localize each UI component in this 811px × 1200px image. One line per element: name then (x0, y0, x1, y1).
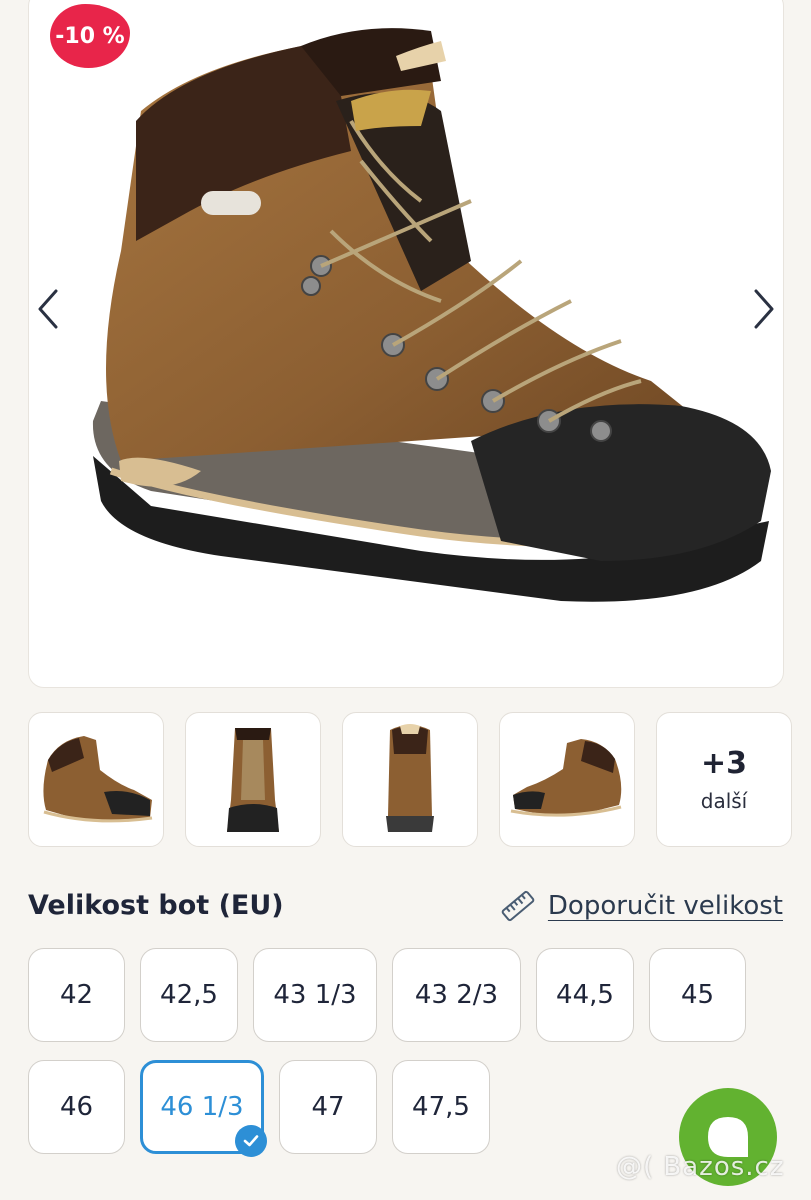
more-images-button[interactable]: +3 další (656, 712, 792, 847)
size-option-label: 46 (59, 1092, 94, 1122)
prev-image-button[interactable] (28, 286, 68, 332)
size-option-47-5[interactable]: 47,5 (392, 1060, 490, 1154)
size-option-label: 43 1/3 (273, 980, 357, 1010)
more-images-label: další (700, 788, 748, 813)
size-option-43-1-3[interactable]: 43 1/3 (253, 948, 377, 1042)
size-option-43-2-3[interactable]: 43 2/3 (392, 948, 521, 1042)
checkmark-icon (235, 1125, 267, 1157)
thumbnail-strip: +3 další (28, 712, 792, 847)
size-option-label: 47 (311, 1092, 345, 1122)
size-option-label: 44,5 (556, 980, 614, 1010)
boot-inner-side-thumb (510, 738, 622, 817)
size-option-label: 42,5 (160, 980, 218, 1010)
ruler-icon (501, 890, 535, 922)
size-option-45[interactable]: 45 (649, 948, 746, 1042)
size-option-47[interactable]: 47 (279, 1060, 377, 1154)
product-image-card[interactable] (28, 0, 784, 688)
boot-front-thumb (227, 727, 279, 832)
size-option-44-5[interactable]: 44,5 (536, 948, 634, 1042)
recommend-size-link[interactable]: Doporučit velikost (500, 890, 783, 922)
size-section-title: Velikost bot (EU) (28, 890, 284, 921)
boot-side-thumb (43, 735, 153, 822)
size-option-label: 47,5 (412, 1092, 470, 1122)
chevron-right-icon (754, 289, 774, 329)
boot-back-thumb (386, 723, 434, 832)
more-images-count: +3 (700, 745, 747, 781)
thumbnail-1[interactable] (28, 712, 164, 847)
size-option-46-1-3-selected[interactable]: 46 1/3 (140, 1060, 267, 1157)
chevron-left-icon (38, 289, 58, 329)
watermark: @( Bazos.cz (616, 1152, 785, 1182)
hiking-boot-image (92, 28, 771, 602)
discount-badge-text: -10 % (55, 23, 125, 49)
thumbnail-3[interactable] (342, 712, 478, 847)
recommend-size-label: Doporučit velikost (547, 891, 783, 921)
size-option-label: 46 1/3 (160, 1092, 244, 1122)
size-option-label: 43 2/3 (414, 980, 499, 1010)
size-option-label: 45 (680, 980, 715, 1010)
thumbnail-2[interactable] (185, 712, 321, 847)
size-option-label: 42 (59, 980, 94, 1010)
next-image-button[interactable] (744, 286, 784, 332)
size-option-42[interactable]: 42 (28, 948, 125, 1042)
thumbnail-4[interactable] (499, 712, 635, 847)
size-option-42-5[interactable]: 42,5 (140, 948, 238, 1042)
size-option-46[interactable]: 46 (28, 1060, 125, 1154)
